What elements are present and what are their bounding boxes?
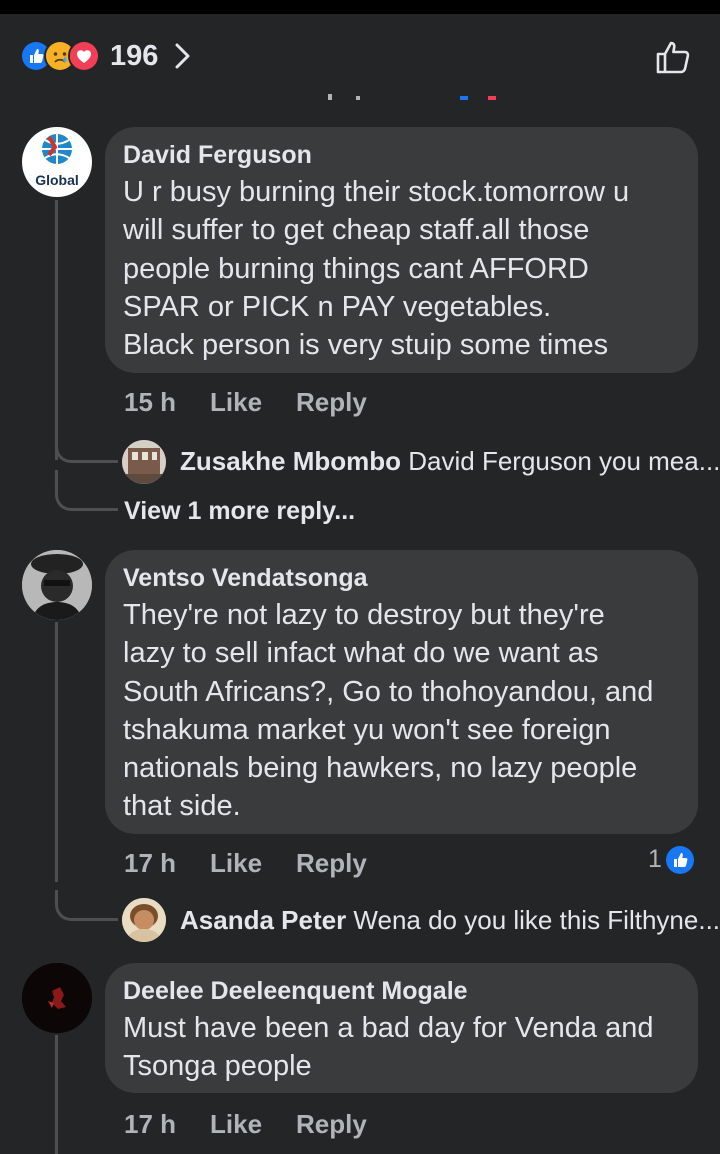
thread-connector — [55, 432, 118, 463]
thread-line — [55, 1035, 58, 1154]
reply-avatar[interactable] — [122, 898, 166, 942]
comment-text: U r busy burning their stock.tomorrow u … — [123, 176, 630, 362]
comment-time: 17 h — [124, 848, 177, 878]
thread-line — [55, 200, 58, 460]
comment-bubble[interactable]: Ventso Vendatsonga They're not lazy to d… — [105, 550, 698, 834]
reaction-count: 1 — [648, 845, 662, 873]
love-icon — [68, 40, 100, 72]
comment-text: They're not lazy to destroy but they're … — [123, 599, 654, 823]
reply-button[interactable]: Reply — [296, 848, 367, 879]
reply-preview[interactable]: Asanda Peter Wena do you like this Filth… — [180, 905, 720, 936]
reaction-count: 196 — [110, 39, 159, 72]
like-button[interactable]: Like — [210, 1109, 262, 1140]
status-bar-strip — [0, 0, 720, 14]
like-icon — [665, 845, 694, 874]
comment-actions: 17 h Like Reply — [124, 1109, 424, 1141]
comment-text: Must have been a bad day for Venda and T… — [123, 1012, 654, 1083]
reply-avatar[interactable] — [122, 440, 166, 484]
view-more-replies-link[interactable]: View 1 more reply... — [124, 497, 355, 526]
avatar-logo-text: Global — [35, 172, 79, 188]
thread-connector — [55, 890, 118, 921]
reply-text: David Ferguson you mea... — [408, 446, 720, 476]
like-outline-icon[interactable] — [652, 36, 694, 78]
comment-actions: 15 h Like Reply — [124, 387, 424, 419]
reactions-header: 196 — [0, 14, 720, 94]
avatar[interactable] — [22, 963, 92, 1033]
comment-author[interactable]: Deelee Deeleenquent Mogale — [123, 977, 468, 1006]
chevron-right-icon — [175, 43, 190, 69]
comment-actions: 17 h Like Reply — [124, 848, 424, 880]
reply-preview[interactable]: Zusakhe Mbombo David Ferguson you mea... — [180, 446, 720, 477]
reply-text: Wena do you like this Filthyne... — [353, 905, 720, 935]
comment-reaction-count[interactable]: 1 — [648, 845, 694, 874]
comment-author[interactable]: Ventso Vendatsonga — [123, 564, 368, 593]
avatar[interactable]: Global — [22, 127, 92, 197]
comment-author[interactable]: David Ferguson — [123, 141, 312, 170]
comments-page: 196 Global David Ferguson U r busy burni… — [0, 0, 720, 1154]
comment-bubble[interactable]: David Ferguson U r busy burning their st… — [105, 127, 698, 373]
thread-line — [55, 622, 58, 882]
reply-author[interactable]: Asanda Peter — [180, 905, 346, 935]
like-button[interactable]: Like — [210, 387, 262, 418]
comment-time: 15 h — [124, 387, 177, 417]
comment-time: 17 h — [124, 1109, 177, 1139]
reply-button[interactable]: Reply — [296, 1109, 367, 1140]
reactions-summary[interactable]: 196 — [20, 38, 194, 74]
comment-bubble[interactable]: Deelee Deeleenquent Mogale Must have bee… — [105, 963, 698, 1093]
reply-button[interactable]: Reply — [296, 387, 367, 418]
avatar[interactable] — [22, 550, 92, 620]
thread-connector — [55, 470, 118, 511]
reply-author[interactable]: Zusakhe Mbombo — [180, 446, 401, 476]
cut-off-previous-content — [300, 86, 520, 100]
like-button[interactable]: Like — [210, 848, 262, 879]
